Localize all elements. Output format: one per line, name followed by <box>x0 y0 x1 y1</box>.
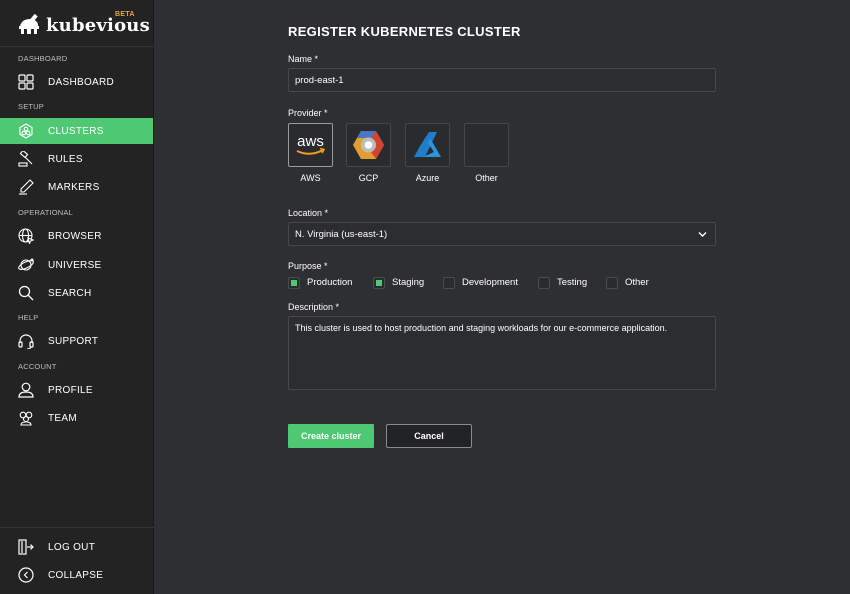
provider-label-gcp: GCP <box>358 173 379 183</box>
checkbox-box[interactable] <box>373 276 385 289</box>
purpose-checkbox-development[interactable]: Development <box>443 276 518 289</box>
create-cluster-button[interactable]: Create cluster <box>288 424 374 448</box>
brand-name: kubevious <box>46 15 150 36</box>
provider-option-other[interactable] <box>464 123 509 167</box>
user-icon <box>18 382 34 398</box>
chevron-down-icon <box>698 232 707 237</box>
headset-icon <box>18 334 34 349</box>
section-label-account: ACCOUNT <box>18 362 57 371</box>
provider-label-aws: AWS <box>300 173 321 183</box>
sidebar-item-rules[interactable]: RULES <box>0 146 153 172</box>
beta-badge: BETA <box>115 11 135 18</box>
name-input[interactable]: prod-east-1 <box>288 68 716 92</box>
sidebar-item-label: UNIVERSE <box>48 260 102 271</box>
purpose-checkbox-staging[interactable]: Staging <box>373 276 424 289</box>
sidebar-item-logout[interactable]: LOG OUT <box>0 534 153 560</box>
location-label: Location * <box>288 208 329 218</box>
gcp-logo-icon <box>353 131 384 159</box>
logout-icon <box>18 539 34 555</box>
checkbox-box[interactable] <box>538 276 550 289</box>
sidebar-item-label: PROFILE <box>48 385 93 396</box>
sidebar-item-clusters[interactable]: CLUSTERS <box>0 118 153 144</box>
cancel-button[interactable]: Cancel <box>386 424 472 448</box>
provider-label: Provider * <box>288 108 328 118</box>
sidebar-item-dashboard[interactable]: DASHBOARD <box>0 69 153 95</box>
section-label-setup: SETUP <box>18 102 45 111</box>
provider-option-aws[interactable]: aws <box>288 123 333 167</box>
sidebar-item-markers[interactable]: MARKERS <box>0 174 153 200</box>
description-textarea[interactable]: This cluster is used to host production … <box>288 316 716 390</box>
sidebar-item-label: BROWSER <box>48 231 102 242</box>
observatory-logo-icon <box>19 14 39 34</box>
divider <box>0 46 154 47</box>
section-label-dashboard: DASHBOARD <box>18 54 68 63</box>
checkbox-box[interactable] <box>443 276 455 289</box>
sidebar-item-label: TEAM <box>48 413 77 424</box>
logo[interactable]: kubevious BETA <box>18 11 150 38</box>
purpose-label: Purpose * <box>288 261 328 271</box>
purpose-checkbox-other[interactable]: Other <box>606 276 649 289</box>
purpose-checkbox-production[interactable]: Production <box>288 276 352 289</box>
sidebar-item-label: MARKERS <box>48 182 100 193</box>
provider-option-gcp[interactable] <box>346 123 391 167</box>
location-select[interactable]: N. Virginia (us-east-1) <box>288 222 716 246</box>
sidebar-item-label: DASHBOARD <box>48 77 115 88</box>
checkbox-label: Development <box>462 277 518 288</box>
sidebar-item-label: COLLAPSE <box>48 570 104 581</box>
clusters-icon <box>19 123 33 139</box>
divider <box>0 527 154 528</box>
purpose-checkbox-testing[interactable]: Testing <box>538 276 587 289</box>
sidebar-item-label: LOG OUT <box>48 542 96 553</box>
sidebar-item-label: RULES <box>48 154 83 165</box>
azure-logo-icon <box>414 132 441 157</box>
description-label: Description * <box>288 302 340 312</box>
globe-cursor-icon <box>18 228 34 244</box>
provider-label-other: Other <box>475 173 498 183</box>
aws-logo-icon: aws <box>296 133 326 155</box>
section-label-operational: OPERATIONAL <box>18 208 73 217</box>
sidebar-item-search[interactable]: SEARCH <box>0 280 153 306</box>
checkbox-label: Staging <box>392 277 425 288</box>
location-value: N. Virginia (us-east-1) <box>295 229 388 240</box>
checkbox-label: Other <box>625 277 649 288</box>
svg-text:aws: aws <box>297 133 324 150</box>
marker-pen-icon <box>19 179 34 195</box>
section-label-help: HELP <box>18 313 39 322</box>
provider-label-azure: Azure <box>415 173 440 183</box>
sidebar-item-label: SEARCH <box>48 288 92 299</box>
sidebar-item-label: CLUSTERS <box>48 126 104 137</box>
checkbox-box[interactable] <box>288 276 300 289</box>
gavel-icon <box>18 151 33 167</box>
sidebar-item-profile[interactable]: PROFILE <box>0 377 153 403</box>
sidebar-item-browser[interactable]: BROWSER <box>0 223 153 249</box>
sidebar: kubevious BETA DASHBOARD DASHBOARD SETUP… <box>0 0 154 594</box>
team-icon <box>19 411 33 426</box>
chevron-left-circle-icon <box>18 567 34 583</box>
checkbox-label: Testing <box>557 277 588 288</box>
sidebar-item-collapse[interactable]: COLLAPSE <box>0 562 153 588</box>
provider-option-azure[interactable] <box>405 123 450 167</box>
search-icon <box>18 285 34 301</box>
sidebar-item-label: SUPPORT <box>48 336 99 347</box>
checkbox-label: Production <box>307 277 353 288</box>
sidebar-item-universe[interactable]: UNIVERSE <box>0 252 153 278</box>
page-title: REGISTER KUBERNETES CLUSTER <box>288 24 521 39</box>
checkbox-box[interactable] <box>606 276 618 289</box>
name-label: Name * <box>288 54 319 64</box>
sidebar-item-team[interactable]: TEAM <box>0 405 153 431</box>
dashboard-grid-icon <box>18 74 34 90</box>
universe-icon <box>18 258 34 271</box>
sidebar-item-support[interactable]: SUPPORT <box>0 328 153 354</box>
